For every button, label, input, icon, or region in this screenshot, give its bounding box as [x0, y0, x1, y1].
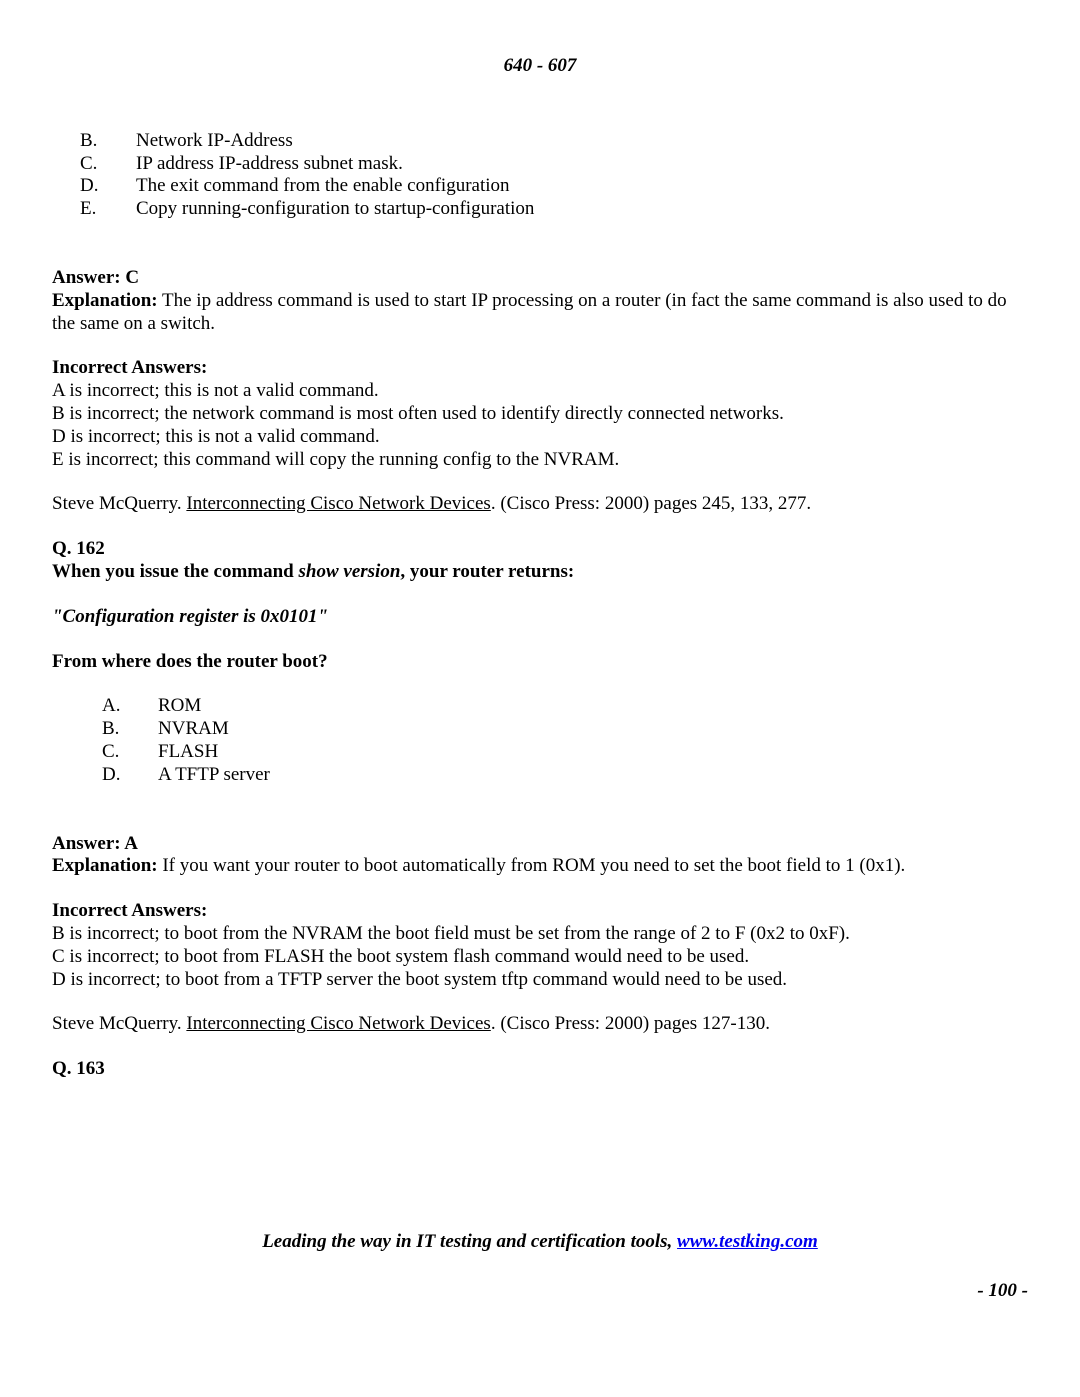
answer-label: Answer: C — [52, 267, 1028, 290]
option-row: E. Copy running-configuration to startup… — [80, 198, 1028, 221]
incorrect-label: Incorrect Answers: — [52, 900, 1028, 923]
option-text: Network IP-Address — [136, 130, 293, 153]
option-text: Copy running-configuration to startup-co… — [136, 198, 534, 221]
option-letter: A. — [102, 695, 158, 718]
option-letter: C. — [80, 153, 136, 176]
ref-suffix: . (Cisco Press: 2000) pages 245, 133, 27… — [491, 493, 811, 514]
option-row: D. The exit command from the enable conf… — [80, 175, 1028, 198]
ref-author: Steve McQuerry. — [52, 1013, 186, 1034]
option-letter: C. — [102, 741, 158, 764]
incorrect-line: B is incorrect; to boot from the NVRAM t… — [52, 923, 1028, 946]
explanation-line: Explanation: The ip address command is u… — [52, 290, 1028, 336]
answer-label: Answer: A — [52, 833, 1028, 856]
option-row: A. ROM — [102, 695, 1028, 718]
ref-title: Interconnecting Cisco Network Devices — [186, 493, 490, 514]
option-text: NVRAM — [158, 718, 229, 741]
page-header: 640 - 607 — [52, 55, 1028, 78]
prompt-command: show version — [299, 561, 401, 582]
incorrect-line: E is incorrect; this command will copy t… — [52, 449, 1028, 472]
option-text: FLASH — [158, 741, 218, 764]
incorrect-line: C is incorrect; to boot from FLASH the b… — [52, 946, 1028, 969]
option-letter: E. — [80, 198, 136, 221]
ref-title: Interconnecting Cisco Network Devices — [186, 1013, 490, 1034]
option-row: D. A TFTP server — [102, 764, 1028, 787]
footer-link[interactable]: www.testking.com — [677, 1231, 818, 1252]
explanation-label: Explanation: — [52, 855, 158, 876]
option-letter: B. — [102, 718, 158, 741]
q162-incorrect-block: Incorrect Answers: B is incorrect; to bo… — [52, 900, 1028, 991]
q161-options: B. Network IP-Address C. IP address IP-a… — [80, 130, 1028, 221]
option-text: The exit command from the enable configu… — [136, 175, 510, 198]
option-letter: D. — [102, 764, 158, 787]
option-row: C. IP address IP-address subnet mask. — [80, 153, 1028, 176]
option-text: A TFTP server — [158, 764, 270, 787]
explanation-text: If you want your router to boot automati… — [158, 855, 906, 876]
q162-boot-question: From where does the router boot? — [52, 651, 1028, 674]
incorrect-line: D is incorrect; to boot from a TFTP serv… — [52, 969, 1028, 992]
option-text: ROM — [158, 695, 201, 718]
ref-author: Steve McQuerry. — [52, 493, 186, 514]
incorrect-line: B is incorrect; the network command is m… — [52, 403, 1028, 426]
tagline-prefix: Leading the way in IT testing and certif… — [262, 1231, 677, 1252]
option-row: C. FLASH — [102, 741, 1028, 764]
q162-answer-block: Answer: A Explanation: If you want your … — [52, 833, 1028, 879]
explanation-text: The ip address command is used to start … — [52, 290, 1007, 334]
q162-options: A. ROM B. NVRAM C. FLASH D. A TFTP serve… — [102, 695, 1028, 786]
footer-tagline: Leading the way in IT testing and certif… — [52, 1231, 1028, 1254]
prompt-suffix: , your router returns: — [400, 561, 574, 582]
incorrect-label: Incorrect Answers: — [52, 357, 1028, 380]
q161-answer-block: Answer: C Explanation: The ip address co… — [52, 267, 1028, 335]
ref-suffix: . (Cisco Press: 2000) pages 127-130. — [491, 1013, 770, 1034]
incorrect-line: D is incorrect; this is not a valid comm… — [52, 426, 1028, 449]
incorrect-line: A is incorrect; this is not a valid comm… — [52, 380, 1028, 403]
option-row: B. Network IP-Address — [80, 130, 1028, 153]
option-text: IP address IP-address subnet mask. — [136, 153, 403, 176]
q161-reference: Steve McQuerry. Interconnecting Cisco Ne… — [52, 493, 1028, 516]
q162-reference: Steve McQuerry. Interconnecting Cisco Ne… — [52, 1013, 1028, 1036]
option-letter: D. — [80, 175, 136, 198]
explanation-line: Explanation: If you want your router to … — [52, 855, 1028, 878]
q162-prompt: When you issue the command show version,… — [52, 561, 1028, 584]
q163-heading: Q. 163 — [52, 1058, 1028, 1081]
explanation-label: Explanation: — [52, 290, 158, 311]
option-row: B. NVRAM — [102, 718, 1028, 741]
q162-heading: Q. 162 — [52, 538, 1028, 561]
q161-incorrect-block: Incorrect Answers: A is incorrect; this … — [52, 357, 1028, 471]
prompt-prefix: When you issue the command — [52, 561, 299, 582]
page-number: - 100 - — [52, 1280, 1028, 1303]
option-letter: B. — [80, 130, 136, 153]
q162-register-output: "Configuration register is 0x0101" — [52, 606, 1028, 629]
